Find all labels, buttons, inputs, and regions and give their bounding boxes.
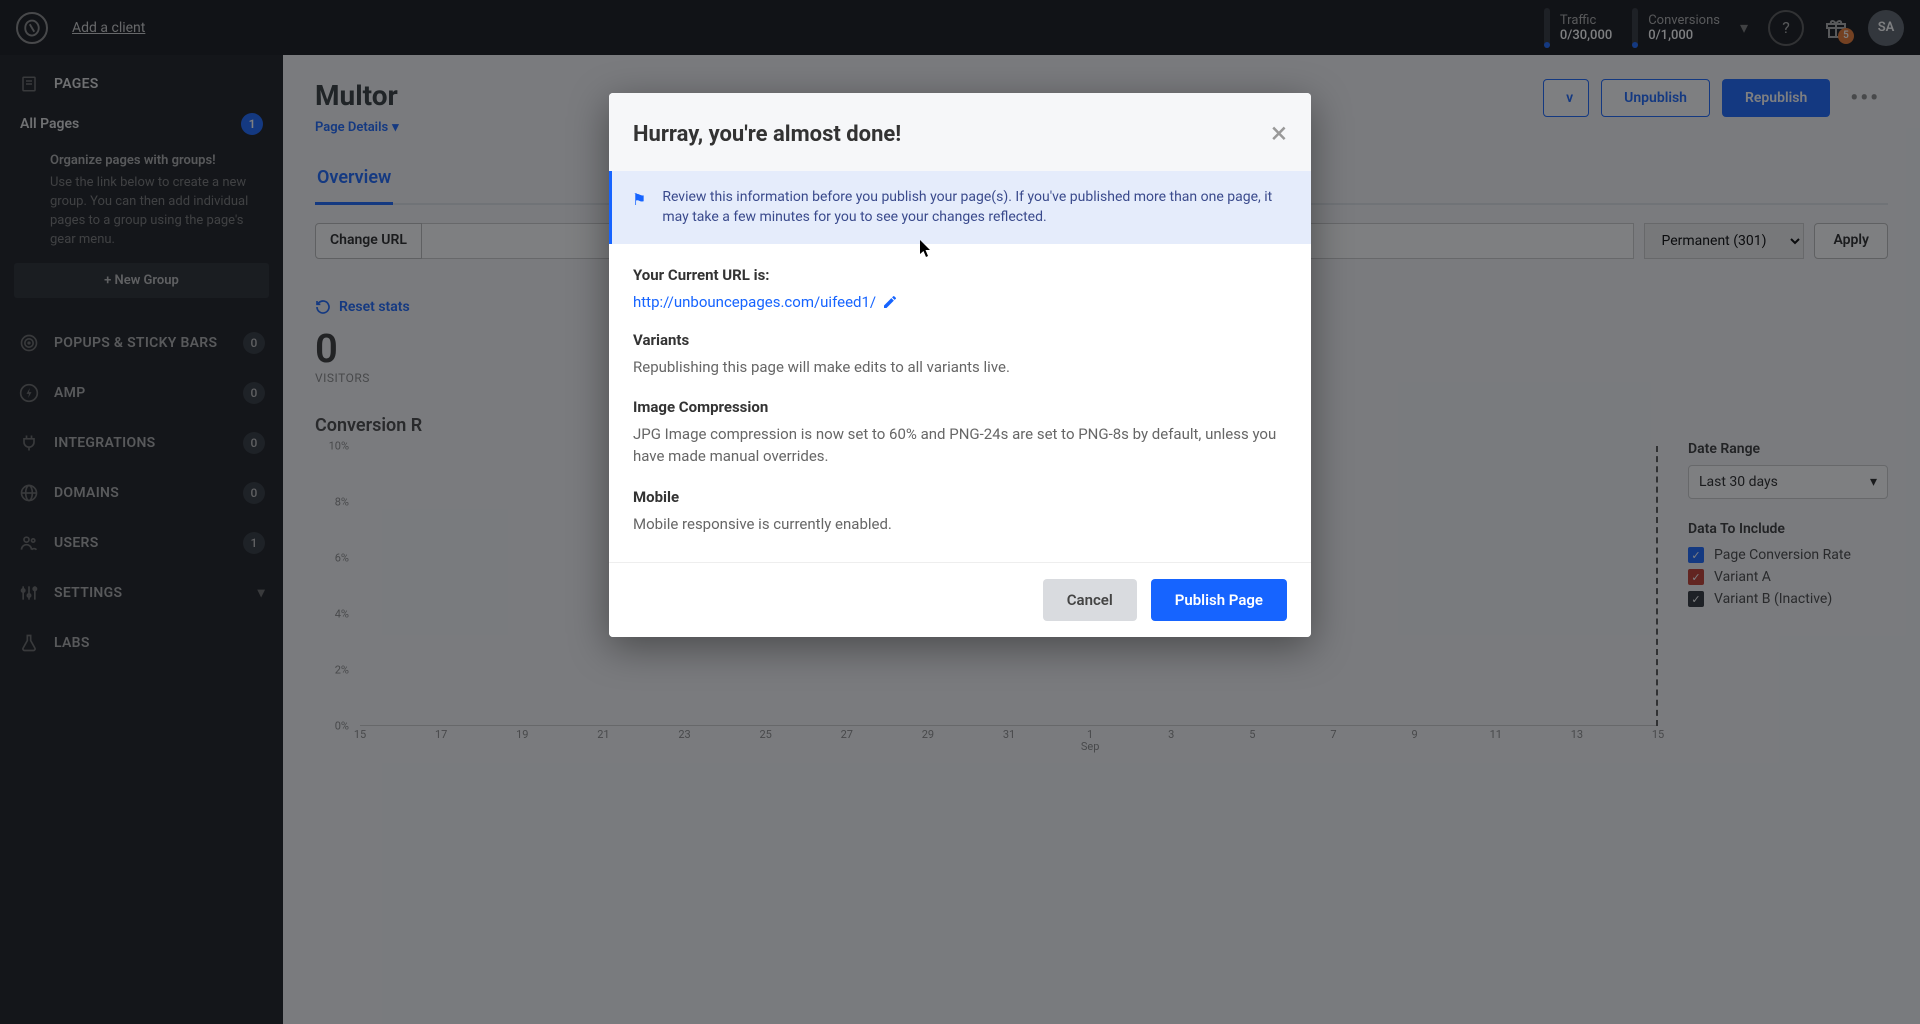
publish-page-button[interactable]: Publish Page xyxy=(1151,579,1287,621)
modal-overlay[interactable]: Hurray, you're almost done! × ⚑ Review t… xyxy=(0,0,1920,1024)
variants-text: Republishing this page will make edits t… xyxy=(633,357,1287,379)
close-icon[interactable]: × xyxy=(1271,119,1287,149)
compression-label: Image Compression xyxy=(633,398,1287,416)
compression-text: JPG Image compression is now set to 60% … xyxy=(633,424,1287,468)
variants-label: Variants xyxy=(633,331,1287,349)
mobile-label: Mobile xyxy=(633,488,1287,506)
publish-modal: Hurray, you're almost done! × ⚑ Review t… xyxy=(609,93,1311,637)
mobile-text: Mobile responsive is currently enabled. xyxy=(633,514,1287,536)
modal-title: Hurray, you're almost done! xyxy=(633,122,901,147)
current-url[interactable]: http://unbouncepages.com/uifeed1/ xyxy=(633,293,876,311)
flag-icon: ⚑ xyxy=(632,188,646,228)
url-label: Your Current URL is: xyxy=(633,266,1287,284)
cancel-button[interactable]: Cancel xyxy=(1043,579,1137,621)
modal-banner-text: Review this information before you publi… xyxy=(662,187,1289,228)
modal-banner: ⚑ Review this information before you pub… xyxy=(609,171,1311,244)
edit-url-icon[interactable] xyxy=(882,294,898,310)
